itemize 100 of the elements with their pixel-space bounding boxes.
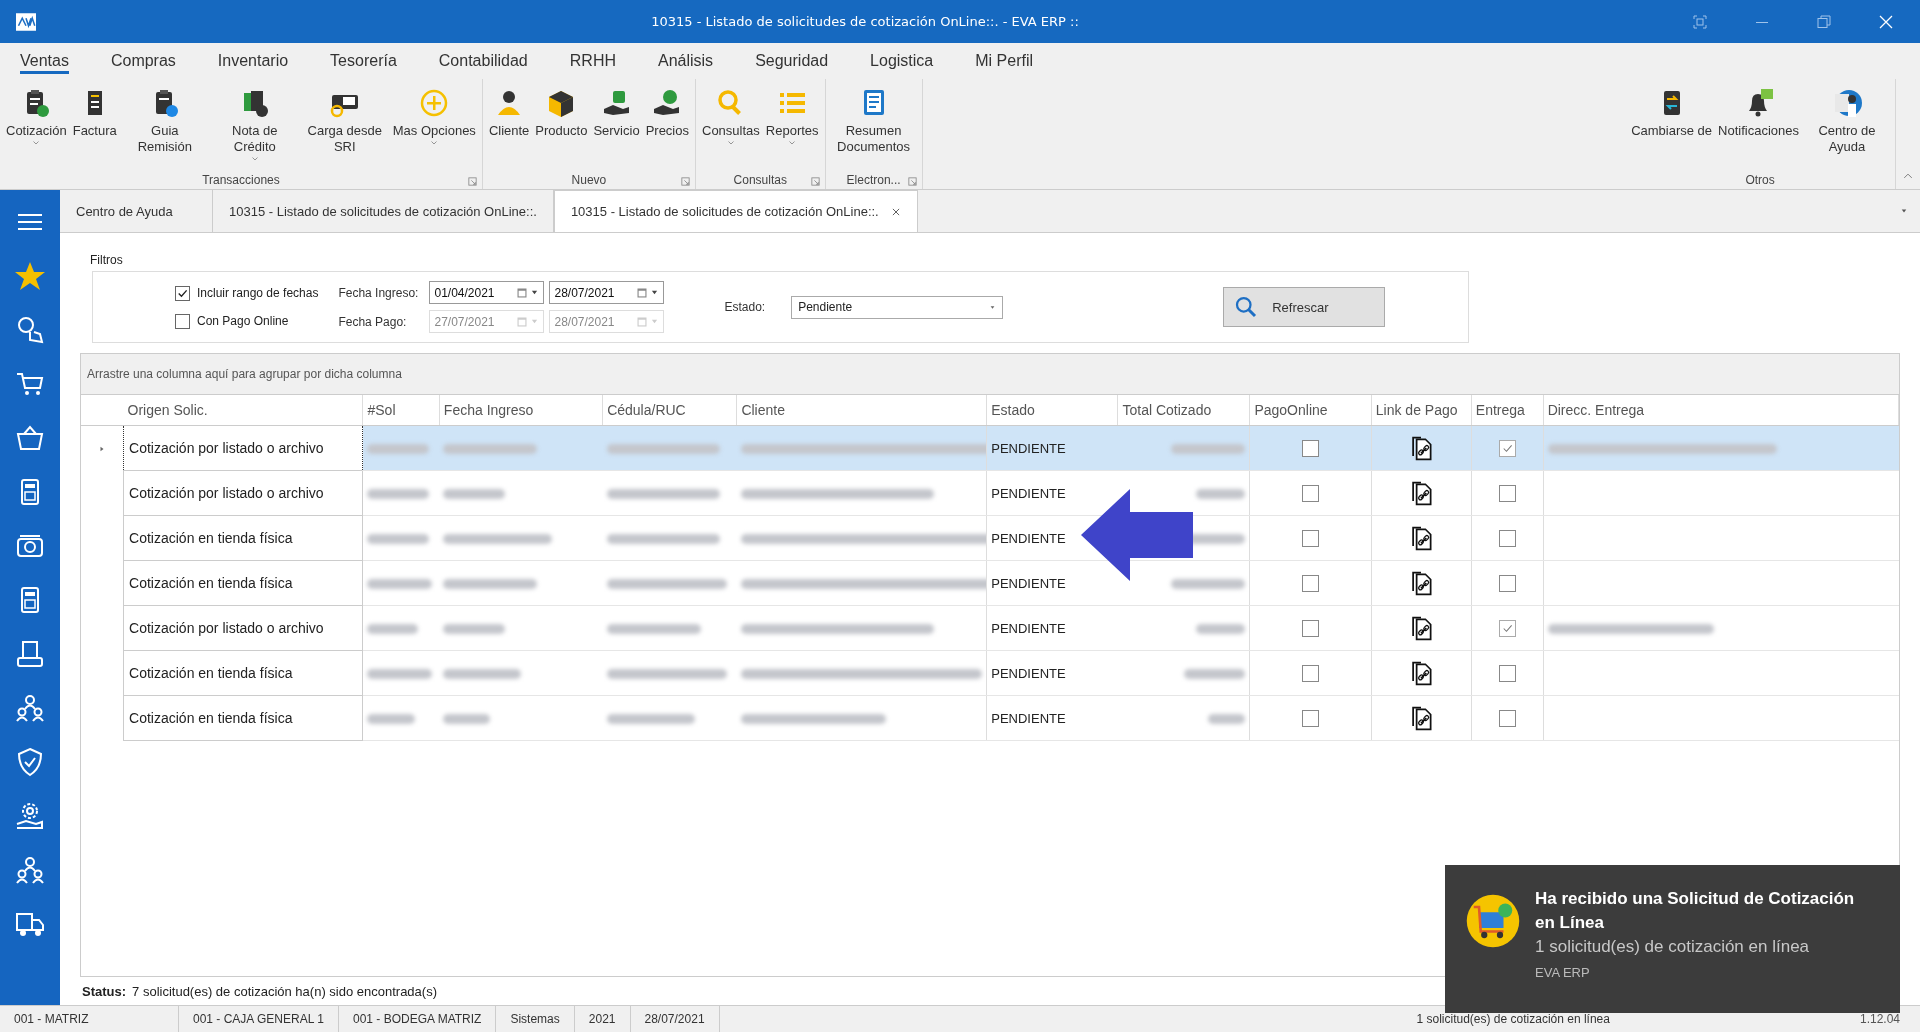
checkbox[interactable] [175, 313, 190, 329]
ribbon-button[interactable]: Centro de Ayuda [1802, 87, 1892, 155]
date-field[interactable]: 01/04/2021 [429, 281, 545, 304]
dialog-launcher-icon[interactable] [467, 177, 477, 186]
checkbox[interactable] [1498, 664, 1516, 682]
menu-tab[interactable]: RRHH [569, 48, 637, 74]
blurred-text [367, 669, 432, 680]
fullscreen-icon[interactable] [1692, 13, 1708, 30]
ribbon-button[interactable]: Precios [642, 87, 692, 139]
menu-tab[interactable]: Análisis [658, 48, 735, 74]
ribbon-button[interactable]: Resumen Documentos [828, 87, 919, 155]
table-cell: Cotización por listado o archivo [123, 425, 363, 471]
column-header[interactable]: Origen Solic. [123, 395, 363, 426]
field-label: Estado: [724, 300, 766, 314]
ribbon-button[interactable]: Cambiarse de [1628, 87, 1716, 139]
checkbox[interactable] [1498, 574, 1516, 592]
column-header[interactable]: Fecha Ingreso [439, 395, 603, 426]
status-bar-message: 1 solicitud(es) de cotización en línea [1416, 1012, 1610, 1026]
table-cell: Cotización en tienda física [123, 695, 363, 741]
menu-tab[interactable]: Contabilidad [438, 48, 549, 74]
date-field[interactable]: 28/07/2021 [549, 281, 665, 304]
status-bar-cell: 001 - MATRIZ [0, 1006, 179, 1032]
ribbon-button[interactable]: Factura [69, 87, 120, 139]
menu-tab[interactable]: Inventario [217, 48, 310, 74]
ribbon-button[interactable]: Cliente [485, 87, 533, 139]
ribbon-button[interactable]: Mas Opciones [389, 87, 479, 147]
checkbox[interactable] [1302, 664, 1320, 682]
checkbox[interactable] [1498, 484, 1516, 502]
column-header[interactable]: Link de Pago [1371, 395, 1472, 426]
caret-icon[interactable] [530, 289, 540, 296]
refresh-button[interactable]: Refrescar [1223, 287, 1386, 327]
field-label: Fecha Ingreso: [338, 285, 419, 300]
blurred-text [1183, 669, 1246, 680]
ribbon-button[interactable]: Reportes [762, 87, 822, 147]
document-tab[interactable]: Centro de Ayuda [60, 190, 213, 232]
checkbox[interactable] [1498, 439, 1516, 457]
column-header[interactable]: Estado [986, 395, 1118, 426]
notification-title: Ha recibido una Solicitud de Cotización en Línea [1535, 888, 1855, 934]
table-cell: Cotización en tienda física [123, 560, 363, 606]
caret-icon[interactable] [650, 289, 660, 296]
status-dropdown[interactable]: Pendiente [791, 295, 1004, 319]
column-header[interactable]: Total Cotizado [1118, 395, 1250, 426]
checkbox[interactable] [1302, 439, 1320, 457]
menu-tab[interactable]: Mi Perfil [975, 48, 1054, 74]
checkbox[interactable] [1498, 709, 1516, 727]
ribbon-button[interactable]: Guia Remisión [119, 87, 210, 155]
blurred-text [443, 489, 506, 500]
group-panel-hint: Arrastre una columna aquí para agrupar por dicha columna [81, 354, 1899, 395]
blurred-text [1208, 714, 1246, 725]
register-icon[interactable] [14, 638, 46, 670]
menu-tab[interactable]: Compras [110, 48, 197, 74]
close-icon[interactable] [1878, 13, 1894, 30]
ribbon-button[interactable]: Carga desde SRI [299, 87, 390, 155]
ribbon-button[interactable]: Cotización [3, 87, 70, 147]
restore-icon[interactable] [1816, 13, 1832, 30]
checkbox[interactable] [1498, 619, 1516, 637]
menu-tab[interactable]: Logistica [870, 48, 955, 74]
notification-toast[interactable]: Ha recibido una Solicitud de Cotización en Línea 1 solicitud(es) de cotización en línea EVA ERP [1445, 865, 1900, 1013]
gear-hand-icon[interactable] [14, 800, 46, 832]
checkbox[interactable] [1498, 529, 1516, 547]
dialog-launcher-icon[interactable] [907, 177, 917, 186]
checkbox[interactable] [1302, 709, 1320, 727]
menu-tab[interactable]: Ventas [20, 48, 69, 74]
checkbox[interactable] [1302, 529, 1320, 547]
table-cell: PENDIENTE [986, 425, 1118, 471]
document-tab[interactable]: 10315 - Listado de solicitudes de cotización OnLine::. [553, 190, 918, 232]
checkbox-label: Incluir rango de fechas [197, 286, 319, 300]
ribbon-button[interactable]: Consultas [699, 87, 763, 147]
column-header[interactable]: Direcc. Entrega [1543, 395, 1899, 426]
arrow-icon [1081, 489, 1193, 581]
people-icon[interactable] [14, 692, 46, 724]
menu-tab[interactable]: Tesorería [330, 48, 418, 74]
group-label: Filtros [90, 253, 124, 267]
close-icon[interactable] [890, 206, 901, 217]
checkbox[interactable] [175, 285, 190, 301]
column-header[interactable]: PagoOnline [1249, 395, 1372, 426]
blurred-text [367, 579, 432, 590]
checkbox[interactable] [1302, 484, 1320, 502]
column-header[interactable]: Entrega [1471, 395, 1544, 426]
status-label: Status: [82, 983, 127, 999]
dialog-launcher-icon[interactable] [810, 177, 820, 186]
collapse-icon[interactable] [1902, 171, 1914, 181]
column-header[interactable]: #Sol [363, 395, 440, 426]
ribbon-button[interactable]: Notificaciones [1715, 87, 1802, 139]
column-header[interactable]: Cédula/RUC [602, 395, 737, 426]
dialog-launcher-icon[interactable] [681, 177, 690, 186]
blurred-text [367, 489, 429, 500]
document-tab[interactable]: 10315 - Listado de solicitudes de cotización OnLine::. [213, 190, 554, 232]
ribbon-button[interactable]: Producto [532, 87, 591, 139]
column-header[interactable]: Cliente [736, 395, 987, 426]
tab-list-caret-icon[interactable] [1900, 208, 1908, 214]
ribbon-button[interactable]: Nota de Crédito [209, 87, 300, 163]
people-icon[interactable] [14, 854, 46, 886]
check-icon [1501, 622, 1513, 634]
status-text: 7 solicitud(es) de cotización ha(n) sido encontrada(s) [132, 983, 437, 999]
ribbon-button[interactable]: Servicio [590, 87, 643, 139]
checkbox[interactable] [1302, 574, 1320, 592]
menu-tab[interactable]: Seguridad [755, 48, 850, 74]
star-icon[interactable] [14, 260, 46, 292]
checkbox[interactable] [1302, 619, 1320, 637]
